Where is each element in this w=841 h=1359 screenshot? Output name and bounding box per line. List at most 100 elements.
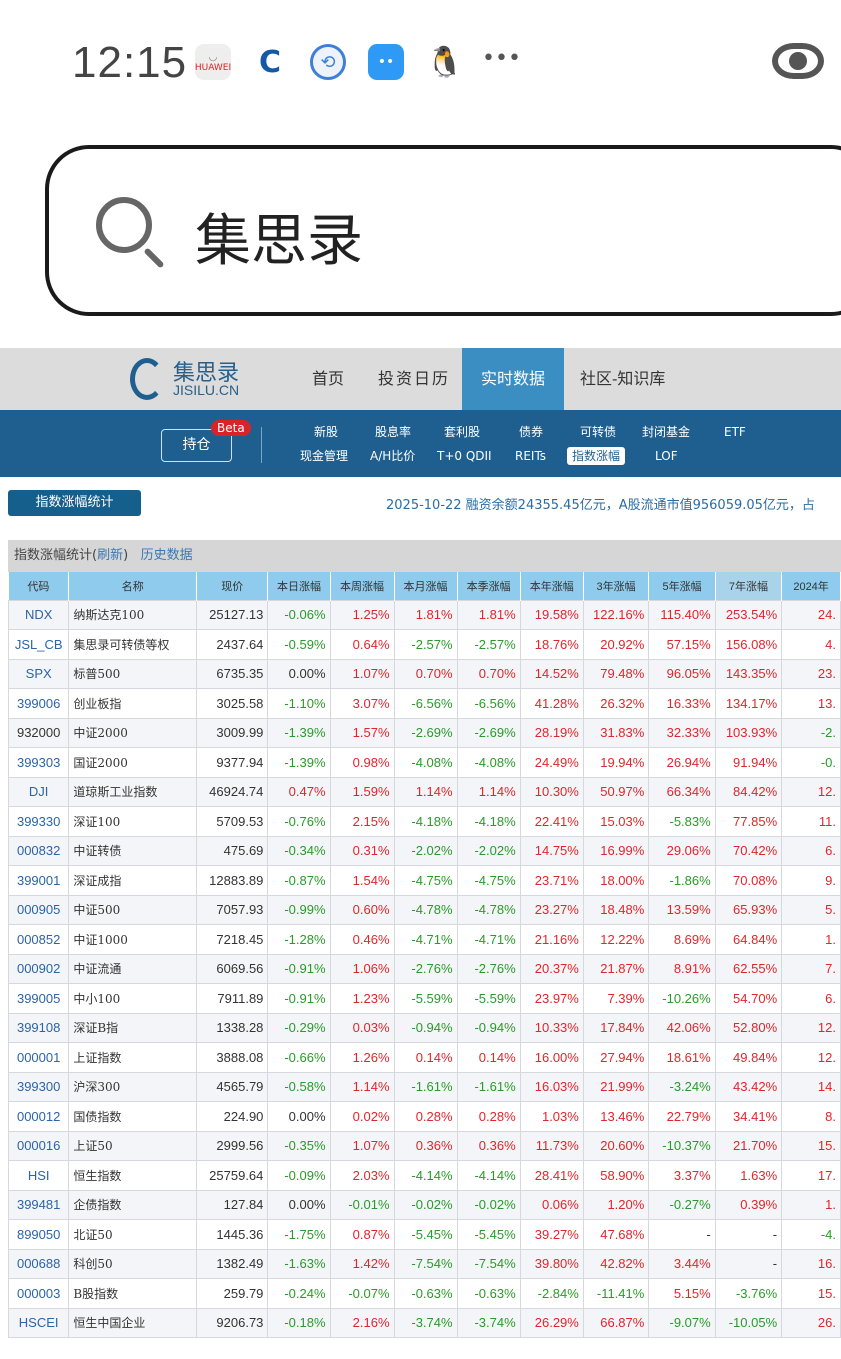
sub-ah-ratio[interactable]: A/H比价	[370, 447, 415, 465]
index-price: 7057.93	[196, 894, 269, 925]
column-header[interactable]: 现价	[196, 572, 269, 600]
index-code-link[interactable]: 899050	[7, 1219, 70, 1250]
index-code-link[interactable]: JSL_CB	[7, 629, 70, 660]
table-row[interactable]: 399330 深证100 5709.53 -0.76% 2.15% -4.18% -4.18…	[7, 806, 841, 837]
index-code-link[interactable]: 399481	[7, 1189, 70, 1220]
change-cell: -5.59%	[456, 983, 521, 1014]
index-code-link[interactable]: 000852	[7, 924, 70, 955]
column-header[interactable]: 2024年	[781, 572, 841, 600]
column-header[interactable]: 7年涨幅	[715, 572, 783, 600]
nav-home[interactable]: 首页	[312, 348, 344, 410]
search-icon[interactable]	[96, 197, 152, 253]
change-cell: 8.69%	[648, 924, 716, 955]
index-code-link[interactable]: 399330	[7, 806, 70, 837]
change-cell: 49.84%	[714, 1042, 783, 1073]
column-header[interactable]: 3年涨幅	[583, 572, 650, 600]
sub-qdii[interactable]: T+0 QDII	[437, 447, 492, 465]
sub-index-change[interactable]: 指数涨幅	[567, 447, 626, 465]
sub-convertible[interactable]: 可转债	[580, 423, 616, 441]
change-cell: 50.97%	[582, 776, 650, 807]
sub-closed-fund[interactable]: 封闭基金	[642, 423, 690, 441]
change-cell: -2.	[781, 717, 841, 748]
sub-new-stock[interactable]: 新股	[314, 423, 338, 441]
table-row[interactable]: 000852 中证1000 7218.45 -1.28% 0.46% -4.71% -4.7…	[7, 924, 841, 955]
index-code-link[interactable]: 399005	[7, 983, 70, 1014]
index-code-link[interactable]: 000832	[7, 835, 70, 866]
table-row[interactable]: HSI 恒生指数 25759.64 -0.09% 2.03% -4.14% -4.14% 28…	[7, 1160, 841, 1191]
table-row[interactable]: 000902 中证流通 6069.56 -0.91% 1.06% -2.76% -2.76%…	[7, 953, 841, 984]
table-row[interactable]: 399481 企债指数 127.84 0.00% -0.01% -0.02% -0.02% 0…	[7, 1189, 841, 1220]
column-header[interactable]: 本月涨幅	[394, 572, 458, 600]
change-cell: -0.27%	[648, 1189, 716, 1220]
index-code-link[interactable]: 000688	[7, 1248, 70, 1279]
index-code-link[interactable]: HSI	[7, 1160, 70, 1191]
column-header[interactable]: 名称	[68, 572, 198, 600]
change-cell: -1.28%	[267, 924, 331, 955]
index-code-link[interactable]: 399001	[7, 865, 70, 896]
table-row[interactable]: 399300 沪深300 4565.79 -0.58% 1.14% -1.61% -1.61…	[7, 1071, 841, 1102]
table-row[interactable]: 000003 B股指数 259.79 -0.24% -0.07% -0.63% -0.63%…	[7, 1278, 841, 1309]
table-row[interactable]: 399006 创业板指 3025.58 -1.10% 3.07% -6.56% -6.56%…	[7, 688, 841, 719]
index-stats-button[interactable]: 指数涨幅统计	[8, 490, 141, 516]
index-code-link[interactable]: 000003	[7, 1278, 70, 1309]
sub-cash-mgmt[interactable]: 现金管理	[300, 447, 348, 465]
search-query[interactable]: 集思录	[195, 196, 363, 277]
change-cell: -2.76%	[456, 953, 521, 984]
sub-arbitrage[interactable]: 套利股	[444, 423, 480, 441]
table-row[interactable]: 000001 上证指数 3888.08 -0.66% 1.26% 0.14% 0.14% 16…	[7, 1042, 841, 1073]
change-cell: 47.68%	[582, 1219, 650, 1250]
column-header[interactable]: 本年涨幅	[520, 572, 584, 600]
table-row[interactable]: NDX 纳斯达克100 25127.13 -0.06% 1.25% 1.81% 1.81% 1…	[7, 599, 841, 630]
refresh-link[interactable]: 刷新	[97, 548, 123, 563]
column-header[interactable]: 本季涨幅	[457, 572, 521, 600]
sub-etf[interactable]: ETF	[724, 423, 746, 441]
nav-calendar[interactable]: 投资日历	[378, 348, 450, 410]
nav-community[interactable]: 社区-知识库	[580, 348, 665, 410]
table-row[interactable]: 899050 北证50 1445.36 -1.75% 0.87% -5.45% -5.45%…	[7, 1219, 841, 1250]
index-code-link[interactable]: 000905	[7, 894, 70, 925]
nav-realtime-data[interactable]: 实时数据	[462, 348, 564, 410]
table-row[interactable]: 399108 深证B指 1338.28 -0.29% 0.03% -0.94% -0.94%…	[7, 1012, 841, 1043]
change-cell: 28.19%	[519, 717, 584, 748]
index-code-link[interactable]: 000001	[7, 1042, 70, 1073]
index-code-link[interactable]: 399006	[7, 688, 70, 719]
sub-dividend[interactable]: 股息率	[375, 423, 411, 441]
table-row[interactable]: 000905 中证500 7057.93 -0.99% 0.60% -4.78% -4.78…	[7, 894, 841, 925]
change-cell: -7.54%	[456, 1248, 521, 1279]
index-code-link[interactable]: HSCEI	[7, 1307, 70, 1338]
column-header[interactable]: 本周涨幅	[330, 572, 395, 600]
history-link[interactable]: 历史数据	[141, 548, 193, 563]
table-row[interactable]: 399303 国证2000 9377.94 -1.39% 0.98% -4.08% -4.0…	[7, 747, 841, 778]
table-row[interactable]: 399005 中小100 7911.89 -0.91% 1.23% -5.59% -5.59…	[7, 983, 841, 1014]
table-row[interactable]: HSCEI 恒生中国企业 9206.73 -0.18% 2.16% -3.74% -3.74…	[7, 1307, 841, 1338]
table-row[interactable]: JSL_CB 集思录可转债等权 2437.64 -0.59% 0.64% -2.57% -2…	[7, 629, 841, 660]
index-code-link[interactable]: 399303	[7, 747, 70, 778]
column-header[interactable]: 本日涨幅	[267, 572, 331, 600]
index-code-link[interactable]: DJI	[7, 776, 70, 807]
index-code-link[interactable]: 399300	[7, 1071, 70, 1102]
change-cell: 32.33%	[648, 717, 716, 748]
index-code-link[interactable]: 000012	[7, 1101, 70, 1132]
table-row[interactable]: 932000 中证2000 3009.99 -1.39% 1.57% -2.69% -2.6…	[7, 717, 841, 748]
index-code-link[interactable]: 399108	[7, 1012, 70, 1043]
table-row[interactable]: 000832 中证转债 475.69 -0.34% 0.31% -2.02% -2.02% 1…	[7, 835, 841, 866]
index-code-link[interactable]: 000902	[7, 953, 70, 984]
index-code-link[interactable]: 932000	[7, 717, 70, 748]
index-code-link[interactable]: SPX	[7, 658, 70, 689]
index-code-link[interactable]: NDX	[7, 599, 70, 630]
table-row[interactable]: 399001 深证成指 12883.89 -0.87% 1.54% -4.75% -4.75…	[7, 865, 841, 896]
site-logo[interactable]: 集思录 JISILU.CN	[130, 355, 245, 403]
table-row[interactable]: SPX 标普500 6735.35 0.00% 1.07% 0.70% 0.70% 14.52…	[7, 658, 841, 689]
sub-bonds[interactable]: 债券	[519, 423, 543, 441]
index-code-link[interactable]: 000016	[7, 1130, 70, 1161]
table-row[interactable]: 000688 科创50 1382.49 -1.63% 1.42% -7.54% -7.54%…	[7, 1248, 841, 1279]
column-header[interactable]: 代码	[8, 572, 70, 600]
sub-reits[interactable]: REITs	[515, 447, 546, 465]
table-row[interactable]: DJI 道琼斯工业指数 46924.74 0.47% 1.59% 1.14% 1.14% 10…	[7, 776, 841, 807]
search-box[interactable]	[45, 145, 841, 316]
sub-lof[interactable]: LOF	[655, 447, 678, 465]
column-header[interactable]: 5年涨幅	[648, 572, 716, 600]
index-name: 中证500	[68, 894, 198, 925]
table-row[interactable]: 000016 上证50 2999.56 -0.35% 1.07% 0.36% 0.36% 11…	[7, 1130, 841, 1161]
table-row[interactable]: 000012 国债指数 224.90 0.00% 0.02% 0.28% 0.28% 1.03…	[7, 1101, 841, 1132]
